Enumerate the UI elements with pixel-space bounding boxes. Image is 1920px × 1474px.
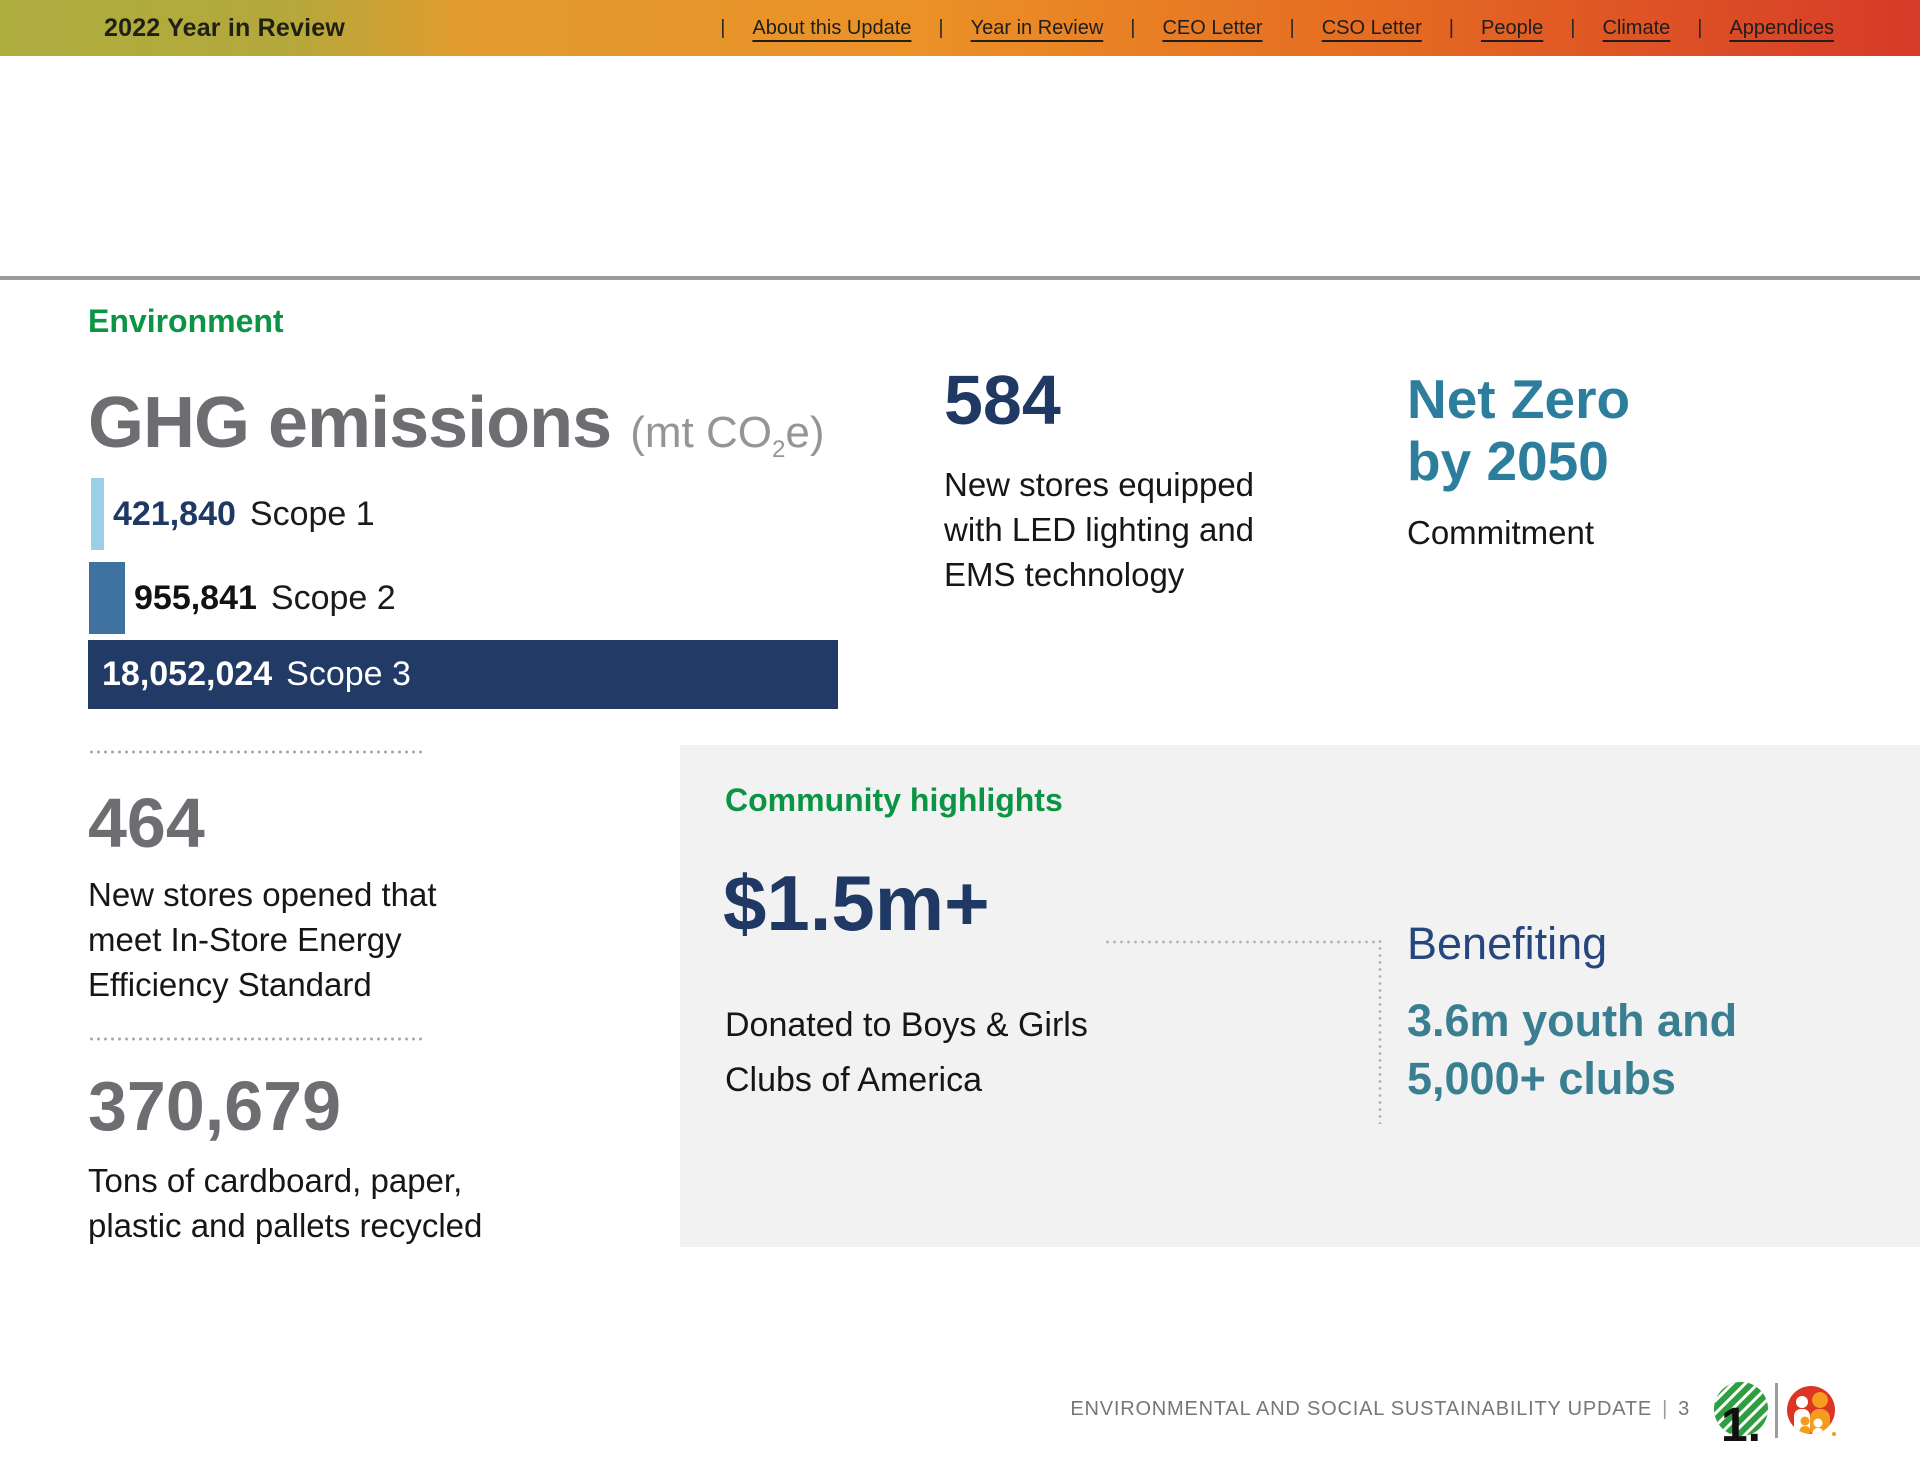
nav-link-cso-letter[interactable]: CSO Letter xyxy=(1322,17,1422,40)
nav-separator: | xyxy=(720,17,725,40)
slide: 2022 Year in Review | About this Update … xyxy=(0,0,1920,1474)
nav-link-appendices[interactable]: Appendices xyxy=(1729,17,1834,40)
scope-2-bar xyxy=(89,562,125,634)
nav-separator: | xyxy=(1570,17,1575,40)
nav-separator: | xyxy=(1449,17,1454,40)
ghg-unit-subscript: 2 xyxy=(772,436,785,463)
scope-2-label: Scope 2 xyxy=(271,579,396,618)
dotted-connector-vertical xyxy=(1378,938,1382,1124)
nav-separator: | xyxy=(1130,17,1135,40)
ghg-emissions-title: GHG emissions (mt CO2e) xyxy=(88,382,825,464)
scope-2-row: 955,841 Scope 2 xyxy=(89,562,396,634)
scope-2-value: 955,841 xyxy=(134,579,257,618)
donation-value: $1.5m+ xyxy=(723,858,990,949)
dotted-connector-horizontal xyxy=(1104,940,1380,944)
scope-1-bar xyxy=(91,478,104,550)
header-bar: 2022 Year in Review | About this Update … xyxy=(0,0,1920,56)
scope-1-label: Scope 1 xyxy=(250,495,375,534)
nav-separator: | xyxy=(1290,17,1295,40)
new-stores-efficiency-description: New stores opened that meet In-Store Ene… xyxy=(88,872,437,1008)
nav-link-people[interactable]: People xyxy=(1481,17,1543,40)
scope-1-row: 421,840 Scope 1 xyxy=(91,478,375,550)
scope-1-value: 421,840 xyxy=(113,495,236,534)
footer-page-number: 3 xyxy=(1678,1398,1690,1420)
dollar-tree-one-mark: 1. xyxy=(1721,1399,1761,1449)
benefit-text: 3.6m youth and 5,000+ clubs xyxy=(1407,992,1737,1107)
recycled-tons-description: Tons of cardboard, paper, plastic and pa… xyxy=(88,1158,482,1248)
led-stores-value: 584 xyxy=(944,360,1061,440)
recycled-tons-value: 370,679 xyxy=(88,1066,341,1146)
footer-report-title: ENVIRONMENTAL AND SOCIAL SUSTAINABILITY … xyxy=(1070,1398,1652,1420)
dotted-separator xyxy=(88,750,426,754)
section-divider xyxy=(0,276,1920,280)
led-stores-description: New stores equipped with LED lighting an… xyxy=(944,462,1254,598)
ghg-unit-suffix: e) xyxy=(785,408,824,457)
nav-link-about-this-update[interactable]: About this Update xyxy=(752,17,911,40)
nav-link-ceo-letter[interactable]: CEO Letter xyxy=(1162,17,1262,40)
dotted-separator xyxy=(88,1037,426,1041)
net-zero-subtitle: Commitment xyxy=(1407,514,1594,552)
nav-separator: | xyxy=(1697,17,1702,40)
footer-text: ENVIRONMENTAL AND SOCIAL SUSTAINABILITY … xyxy=(1000,1398,1690,1421)
nav-link-year-in-review[interactable]: Year in Review xyxy=(971,17,1104,40)
family-dollar-logo xyxy=(1785,1385,1837,1446)
community-section-label: Community highlights xyxy=(725,782,1063,819)
page-header-title: 2022 Year in Review xyxy=(104,0,345,56)
scope-3-value: 18,052,024 xyxy=(102,655,272,694)
nav-separator: | xyxy=(938,17,943,40)
ghg-unit: (mt CO2e) xyxy=(630,408,824,457)
dollar-tree-logo: 1. xyxy=(1712,1381,1770,1454)
scope-3-label: Scope 3 xyxy=(286,655,411,694)
net-zero-title: Net Zero by 2050 xyxy=(1407,368,1630,492)
ghg-unit-prefix: (mt CO xyxy=(630,408,772,457)
scope-3-bar: 18,052,024 Scope 3 xyxy=(88,640,838,709)
ghg-title-text: GHG emissions xyxy=(88,383,611,463)
donation-description: Donated to Boys & Girls Clubs of America xyxy=(725,998,1088,1108)
new-stores-efficiency-value: 464 xyxy=(88,783,205,863)
top-nav: | About this Update | Year in Review | C… xyxy=(720,0,1834,56)
benefit-label: Benefiting xyxy=(1407,918,1607,970)
footer-separator: | xyxy=(1662,1398,1668,1420)
nav-link-climate[interactable]: Climate xyxy=(1602,17,1670,40)
logo-divider xyxy=(1775,1383,1778,1438)
environment-section-label: Environment xyxy=(88,303,284,340)
